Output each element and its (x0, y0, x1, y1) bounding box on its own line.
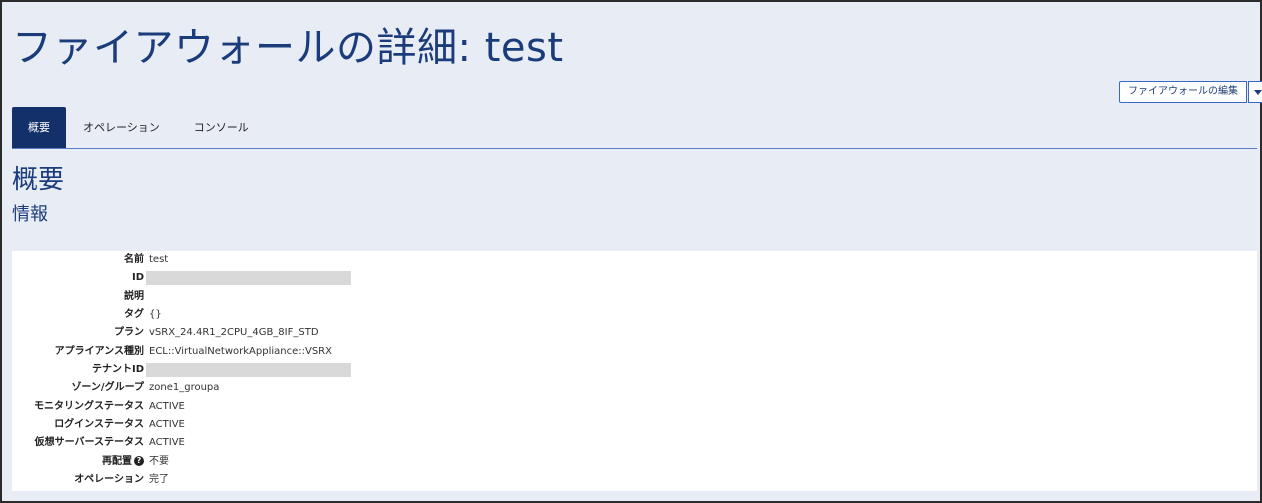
info-label: 名前 (124, 254, 144, 265)
info-label: タグ (124, 309, 144, 320)
caret-down-icon (1254, 89, 1262, 95)
info-label: モニタリングステータス (34, 401, 144, 412)
redacted-value (146, 271, 351, 285)
info-label: 仮想サーバーステータス (34, 437, 144, 448)
action-button-group: ファイアウォールの編集 (1119, 81, 1262, 103)
info-panel: 名前 test ID 説明 タグ {} プラン vSRX_24.4R1_2CPU… (12, 251, 1257, 491)
info-value: vSRX_24.4R1_2CPU_4GB_8IF_STD (149, 327, 319, 338)
section-title: 概要 (12, 165, 65, 195)
tab-divider (12, 148, 1257, 149)
section-subtitle: 情報 (12, 204, 48, 225)
info-label: アプライアンス種別 (54, 346, 144, 357)
info-row-name: 名前 test (12, 251, 1257, 269)
info-row-appliance-type: アプライアンス種別 ECL::VirtualNetworkAppliance::… (12, 343, 1257, 361)
info-row-id: ID (12, 269, 1257, 287)
info-label: 説明 (124, 291, 144, 302)
status-value: ACTIVE (149, 401, 185, 412)
info-label: プラン (114, 327, 144, 338)
tab-overview[interactable]: 概要 (12, 107, 66, 149)
info-row-login-status: ログインステータス ACTIVE (12, 416, 1257, 434)
tab-bar: 概要 オペレーション コンソール (12, 107, 266, 149)
info-label-with-help: 再配置? (102, 453, 144, 471)
info-row-operation: オペレーション 完了 (12, 471, 1257, 489)
status-value: ACTIVE (149, 419, 185, 430)
info-value: 不要 (149, 456, 169, 467)
info-row-description: 説明 (12, 288, 1257, 306)
info-row-tags: タグ {} (12, 306, 1257, 324)
question-circle-icon[interactable]: ? (134, 456, 144, 466)
info-value: {} (149, 309, 162, 320)
info-value: test (149, 254, 169, 265)
edit-firewall-button[interactable]: ファイアウォールの編集 (1119, 81, 1247, 103)
info-label: テナントID (91, 364, 144, 375)
tab-operations[interactable]: オペレーション (66, 107, 177, 149)
info-label: ID (131, 272, 144, 283)
info-row-relocation: 再配置? 不要 (12, 453, 1257, 471)
info-label: ゾーン/グループ (71, 382, 144, 393)
actions-dropdown-toggle[interactable] (1248, 81, 1262, 103)
info-row-tenant-id: テナントID (12, 361, 1257, 379)
redacted-value (146, 363, 351, 377)
info-row-monitoring-status: モニタリングステータス ACTIVE (12, 398, 1257, 416)
status-value: ACTIVE (149, 437, 185, 448)
info-value: ECL::VirtualNetworkAppliance::VSRX (149, 346, 332, 357)
info-row-plan: プラン vSRX_24.4R1_2CPU_4GB_8IF_STD (12, 324, 1257, 342)
info-label: オペレーション (74, 474, 144, 485)
info-row-zone-group: ゾーン/グループ zone1_groupa (12, 379, 1257, 397)
page-frame: ファイアウォールの詳細: test ファイアウォールの編集 概要 オペレーション… (0, 0, 1262, 503)
info-value: 完了 (149, 474, 169, 485)
info-value: zone1_groupa (149, 382, 220, 393)
tab-console[interactable]: コンソール (177, 107, 266, 149)
info-row-vm-status: 仮想サーバーステータス ACTIVE (12, 434, 1257, 452)
info-label-text: 再配置 (102, 456, 132, 467)
page-title: ファイアウォールの詳細: test (12, 25, 564, 71)
info-label: ログインステータス (54, 419, 144, 430)
